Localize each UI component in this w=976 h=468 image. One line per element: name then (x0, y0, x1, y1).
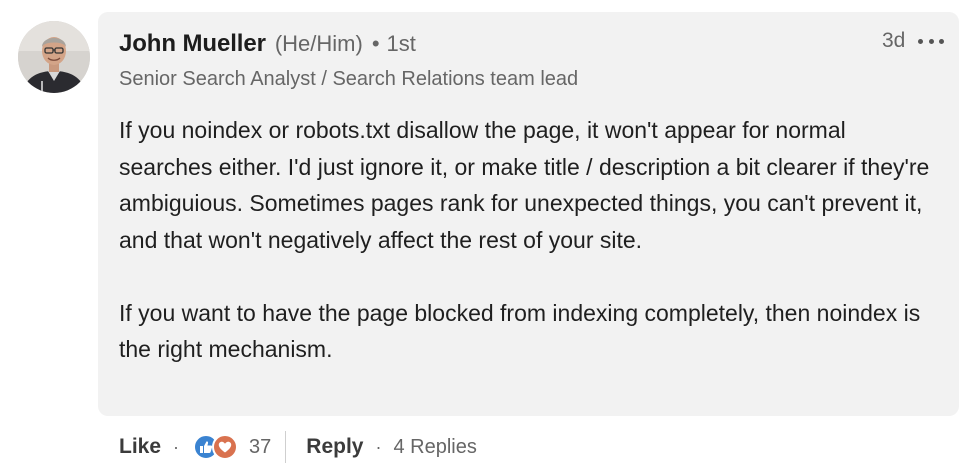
profile-photo (18, 21, 90, 93)
author-headline: Senior Search Analyst / Search Relations… (119, 68, 579, 90)
reaction-count[interactable]: 37 (249, 436, 271, 459)
like-button[interactable]: Like (119, 435, 161, 459)
reply-button[interactable]: Reply (306, 435, 363, 459)
author-row: John Mueller (He/Him) • 1st (119, 30, 416, 58)
author-name[interactable]: John Mueller (119, 30, 266, 58)
author-pronouns: (He/Him) (274, 31, 363, 56)
dot-icon (928, 38, 934, 44)
dot-icon (939, 38, 944, 44)
heart-icon (218, 441, 232, 453)
comment-paragraph: If you want to have the page blocked fro… (119, 299, 921, 363)
reactions-summary[interactable] (193, 434, 239, 460)
connection-degree: 1st (386, 31, 416, 56)
action-divider (285, 431, 287, 463)
avatar[interactable] (18, 21, 90, 93)
comment-paragraph: If you noindex or robots.txt disallow th… (119, 117, 930, 253)
comment-text: If you noindex or robots.txt disallow th… (119, 112, 939, 368)
dot-icon (918, 38, 923, 44)
love-reaction-icon (212, 434, 239, 460)
bullet-separator: • (371, 31, 380, 56)
dot-separator: · (173, 436, 180, 457)
dot-separator: · (375, 436, 382, 457)
comment-timestamp: 3d (882, 29, 906, 52)
comment-actions: Like · 37 Reply · 4 Replies (119, 430, 477, 464)
replies-link[interactable]: 4 Replies (393, 436, 476, 459)
more-options-icon[interactable] (918, 37, 944, 45)
